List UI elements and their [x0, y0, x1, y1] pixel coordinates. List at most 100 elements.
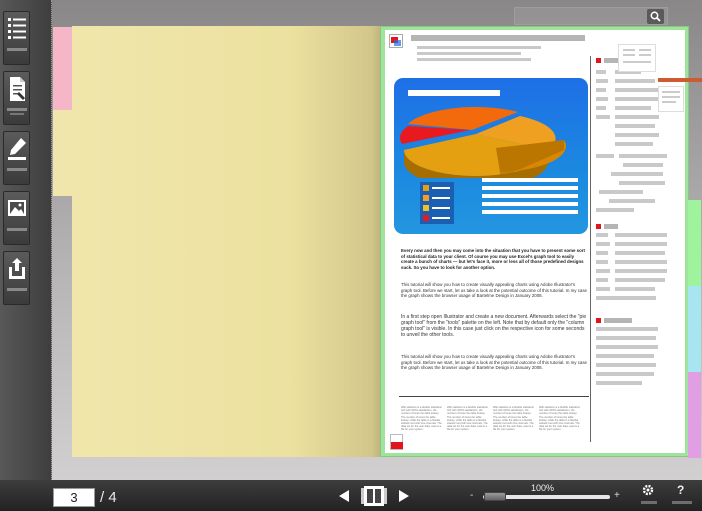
sidebar-line: [596, 372, 654, 376]
current-page-input[interactable]: 3: [53, 488, 95, 507]
sidebar-line: [599, 190, 643, 194]
arrow-right-icon: [399, 490, 409, 502]
bullet-marker: [596, 58, 601, 63]
sidebar-line: [596, 296, 656, 300]
sidebar-line: [596, 154, 614, 158]
footer-column: Wiki statistics is a flexible statistica…: [401, 406, 442, 432]
sidebar-line: [596, 115, 610, 119]
sidebar-line: [615, 260, 667, 264]
footer-column: Wiki statistics is a flexible statistica…: [447, 406, 488, 432]
sidebar-line: [619, 181, 665, 185]
zoom-out-button[interactable]: -: [470, 490, 473, 501]
document-icon: [9, 77, 25, 101]
zoom-in-button[interactable]: +: [614, 490, 620, 501]
settings-button[interactable]: [642, 484, 654, 496]
column-divider: [590, 56, 591, 442]
button-caption-bar: [6, 288, 27, 291]
arrow-left-icon: [339, 490, 349, 502]
total-pages-label: / 4: [100, 489, 117, 506]
sidebar-line: [596, 208, 634, 212]
help-button[interactable]: ?: [677, 483, 684, 497]
sidebar-line: [615, 251, 665, 255]
bullet-marker: [596, 224, 601, 229]
sidebar-line: [596, 327, 658, 331]
sidebar-line: [611, 172, 663, 176]
gear-icon: [642, 484, 654, 496]
sidebar-line: [596, 260, 608, 264]
table-of-contents-button[interactable]: [3, 11, 30, 65]
sidebar-line: [596, 336, 656, 340]
sidebar-line: [596, 287, 610, 291]
sidebar-line: [596, 381, 642, 385]
sidebar-line: [615, 115, 659, 119]
highlight-button[interactable]: [3, 131, 30, 185]
sidebar-line: [615, 88, 659, 92]
button-caption-bar: [641, 501, 657, 504]
button-caption-bar: [6, 48, 27, 51]
book-icon: [361, 486, 387, 506]
page-thumbnail[interactable]: [618, 44, 656, 72]
pdf-label: PDF: [392, 439, 398, 443]
sidebar-line: [615, 233, 667, 237]
sidebar-line: [615, 97, 663, 101]
sidebar-line: [619, 154, 667, 158]
section-tab-green[interactable]: [688, 200, 701, 286]
sidebar-line: [596, 233, 608, 237]
legend-box: [420, 182, 454, 224]
paragraph: This tutorial will show you how to creat…: [401, 282, 587, 299]
legend-text-bar: [482, 178, 578, 182]
zoom-level-label: 100%: [531, 483, 555, 493]
next-page-button[interactable]: [398, 489, 410, 503]
images-button[interactable]: [3, 191, 30, 245]
page-overview-button[interactable]: [361, 485, 387, 507]
subheading-placeholder: [417, 46, 541, 49]
search-icon: [650, 11, 661, 22]
previous-page-button[interactable]: [338, 489, 350, 503]
pie-chart-infographic: [394, 78, 588, 234]
share-icon: [8, 258, 25, 279]
sidebar-line: [596, 354, 654, 358]
sidebar-line: [596, 278, 608, 282]
section-tab-pink[interactable]: [53, 27, 72, 110]
left-page[interactable]: [72, 26, 384, 457]
sidebar-line: [615, 124, 655, 128]
page-thumbnail[interactable]: [658, 86, 684, 112]
legend-text-bar: [482, 194, 578, 198]
sidebar-line: [615, 133, 659, 137]
sidebar-line: [596, 70, 606, 74]
paragraph-intro: Every now and then you may come into the…: [401, 248, 585, 270]
pie-chart-graphic: [400, 107, 567, 178]
zoom-slider-handle[interactable]: [484, 492, 506, 501]
legend-text-bar: [482, 210, 578, 214]
sidebar-line: [596, 251, 608, 255]
sidebar-line: [615, 142, 653, 146]
search-input[interactable]: [514, 7, 668, 25]
divider: [399, 396, 589, 397]
share-button[interactable]: [3, 251, 30, 305]
right-page[interactable]: Every now and then you may come into the…: [385, 30, 685, 453]
paragraph: In a first step open Illustrator and cre…: [401, 314, 587, 338]
sidebar-line: [596, 88, 606, 92]
sidebar-line: [615, 278, 665, 282]
sidebar-heading: [604, 224, 618, 229]
bookmark-marker[interactable]: [658, 78, 702, 82]
sidebar-line: [596, 363, 656, 367]
left-page-flap: [53, 110, 72, 196]
subheading-placeholder: [417, 52, 521, 55]
section-tab-cyan[interactable]: [688, 286, 701, 372]
page-notes-button[interactable]: [3, 71, 30, 125]
image-icon: [7, 200, 26, 216]
search-button[interactable]: [647, 9, 664, 24]
page-logo-icon: [389, 34, 403, 48]
sidebar-line: [615, 269, 667, 273]
list-icon: [7, 18, 26, 39]
bullet-marker: [596, 318, 601, 323]
pen-icon: [7, 138, 26, 160]
sidebar-line: [615, 287, 655, 291]
sidebar-line: [609, 199, 655, 203]
legend-text-bar: [482, 202, 578, 206]
sidebar-line: [623, 163, 663, 167]
section-tab-purple[interactable]: [688, 372, 701, 458]
sidebar-heading: [604, 318, 632, 323]
button-caption-bar: [672, 501, 692, 504]
